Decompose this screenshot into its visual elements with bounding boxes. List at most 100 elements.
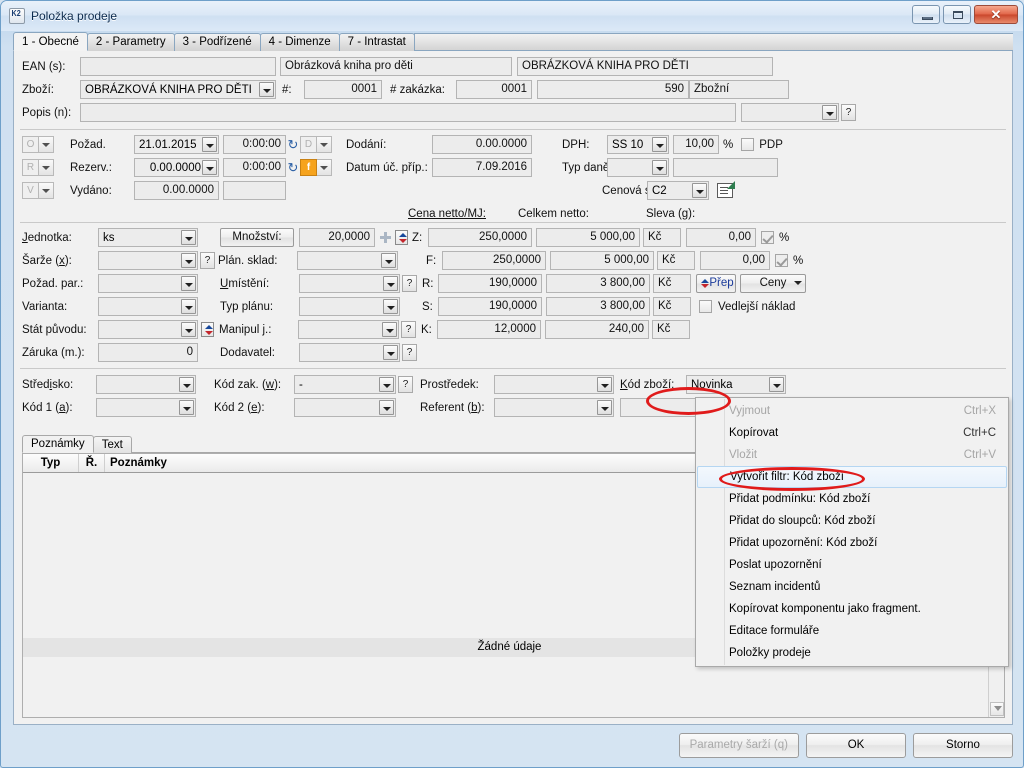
cena-netto-z[interactable]: 250,0000	[428, 228, 532, 247]
ok-button[interactable]: OK	[806, 732, 906, 758]
rezerv-date-combo[interactable]: 0.00.0000	[134, 158, 219, 177]
chevron-down-icon[interactable]	[181, 253, 196, 268]
kod2-combo[interactable]	[294, 398, 396, 417]
manipul-j-combo[interactable]	[298, 320, 399, 339]
vydano-date-field[interactable]: 0.00.0000	[134, 181, 219, 200]
chevron-down-icon[interactable]	[383, 299, 398, 314]
chevron-down-icon[interactable]	[382, 322, 397, 337]
chevron-down-icon[interactable]	[179, 377, 194, 392]
manipul-j-help-icon[interactable]: ?	[401, 321, 416, 338]
stredisko-combo[interactable]	[96, 375, 196, 394]
tab-parametry[interactable]: 2 - Parametry	[86, 33, 175, 51]
menu-item-polozky-prodeje[interactable]: Položky prodeje	[696, 642, 1008, 664]
spinner-icon[interactable]	[395, 230, 408, 245]
mnozstvi-button[interactable]: Množství:	[220, 228, 294, 247]
chevron-down-icon[interactable]	[383, 345, 398, 360]
menu-item-vlozit[interactable]: Vložit Ctrl+V	[696, 444, 1008, 466]
column-header-radek[interactable]: Ř.	[79, 454, 105, 472]
prep-button[interactable]: Přep	[696, 274, 736, 293]
close-button[interactable]: ✕	[974, 5, 1018, 24]
chevron-down-icon[interactable]	[317, 136, 332, 153]
celkem-netto-s[interactable]: 3 800,00	[546, 297, 650, 316]
celkem-netto-k[interactable]: 240,00	[545, 320, 649, 339]
sleva-pct-checkbox-f[interactable]	[775, 254, 788, 267]
dodani-prefix-combo[interactable]: D	[300, 136, 340, 153]
menu-item-kopirovat[interactable]: Kopírovat Ctrl+C	[696, 422, 1008, 444]
chevron-down-icon[interactable]	[39, 182, 54, 199]
chevron-down-icon[interactable]	[202, 160, 217, 175]
kod-zak-help-icon[interactable]: ?	[398, 376, 413, 393]
menu-item-poslat-upozorneni[interactable]: Poslat upozornění	[696, 554, 1008, 576]
menu-item-seznam-incidentu[interactable]: Seznam incidentů	[696, 576, 1008, 598]
menu-item-vyjmout[interactable]: Vyjmout Ctrl+X	[696, 400, 1008, 422]
kod1-combo[interactable]	[96, 398, 196, 417]
column-header-typ[interactable]: Typ	[23, 454, 79, 472]
chevron-down-icon[interactable]	[181, 322, 196, 337]
plus-icon[interactable]	[380, 232, 391, 243]
sleva-pct-checkbox-z[interactable]	[761, 231, 774, 244]
maximize-button[interactable]	[943, 5, 971, 24]
spinner-icon[interactable]	[201, 322, 214, 337]
chevron-down-icon[interactable]	[317, 159, 332, 176]
sarze-help-icon[interactable]: ?	[200, 252, 215, 269]
cenova-sk-combo[interactable]: C2	[647, 181, 709, 200]
chevron-down-icon[interactable]	[769, 377, 784, 392]
vydano-prefix-combo[interactable]: V	[22, 182, 62, 199]
chevron-down-icon[interactable]	[181, 276, 196, 291]
pozad-reset-icon[interactable]: ↻	[286, 136, 300, 153]
prostredek-combo[interactable]	[494, 375, 614, 394]
pdp-checkbox[interactable]	[741, 138, 755, 151]
datum-uc-prefix-combo[interactable]: f	[300, 159, 340, 176]
celkem-netto-r[interactable]: 3 800,00	[546, 274, 650, 293]
celkem-netto-z[interactable]: 5 000,00	[536, 228, 640, 247]
chevron-down-icon[interactable]	[794, 281, 802, 285]
dodavatel-combo[interactable]	[299, 343, 400, 362]
chevron-down-icon[interactable]	[383, 276, 398, 291]
pozad-par-combo[interactable]	[98, 274, 198, 293]
chevron-down-icon[interactable]	[202, 137, 217, 152]
plan-sklad-combo[interactable]	[297, 251, 398, 270]
chevron-down-icon[interactable]	[181, 230, 196, 245]
chevron-down-icon[interactable]	[39, 159, 54, 176]
chevron-down-icon[interactable]	[181, 299, 196, 314]
umisteni-help-icon[interactable]: ?	[402, 275, 417, 292]
chevron-down-icon[interactable]	[259, 82, 274, 97]
chevron-down-icon[interactable]	[692, 183, 707, 198]
dph-rate-field[interactable]: 10,00	[673, 135, 719, 154]
tab-intrastat[interactable]: 7 - Intrastat	[338, 33, 415, 51]
hash-field[interactable]: 0001	[304, 80, 382, 99]
popis-help-icon[interactable]: ?	[841, 104, 856, 121]
tab-poznamky[interactable]: Poznámky	[22, 435, 94, 453]
cena-netto-s[interactable]: 190,0000	[438, 297, 542, 316]
chevron-down-icon[interactable]	[652, 160, 667, 175]
menu-item-vytvorit-filtr[interactable]: Vytvořit filtr: Kód zboží	[697, 466, 1007, 488]
kod-zak-combo[interactable]: -	[294, 375, 396, 394]
rezerv-reset-icon[interactable]: ↻	[286, 159, 300, 176]
typ-dane-value-field[interactable]	[673, 158, 778, 177]
ceny-button[interactable]: Ceny	[740, 274, 806, 293]
sleva-f[interactable]: 0,00	[700, 251, 770, 270]
storno-button[interactable]: Storno	[913, 732, 1013, 758]
chevron-down-icon[interactable]	[652, 137, 667, 152]
menu-item-pridat-upozorneni[interactable]: Přidat upozornění: Kód zboží	[696, 532, 1008, 554]
popis-field[interactable]	[80, 103, 736, 122]
sarze-combo[interactable]	[98, 251, 198, 270]
scroll-down-icon[interactable]	[990, 702, 1004, 716]
referent-combo[interactable]	[494, 398, 614, 417]
kod-zbozi-combo[interactable]: Novinka	[686, 375, 786, 394]
rezerv-prefix-combo[interactable]: R	[22, 159, 62, 176]
menu-item-editace-formulare[interactable]: Editace formuláře	[696, 620, 1008, 642]
tab-text[interactable]: Text	[92, 436, 132, 453]
sleva-z[interactable]: 0,00	[686, 228, 756, 247]
minimize-button[interactable]	[912, 5, 940, 24]
pozad-date-combo[interactable]: 21.01.2015	[134, 135, 219, 154]
pozad-time-field[interactable]: 0:00:00	[223, 135, 286, 154]
chevron-down-icon[interactable]	[39, 136, 54, 153]
tab-podrizene[interactable]: 3 - Podřízené	[173, 33, 261, 51]
typ-dane-combo[interactable]	[607, 158, 669, 177]
varianta-combo[interactable]	[98, 297, 198, 316]
stat-puvodu-combo[interactable]	[98, 320, 198, 339]
popis-combo[interactable]	[741, 103, 839, 122]
menu-item-pridat-podminku[interactable]: Přidat podmínku: Kód zboží	[696, 488, 1008, 510]
chevron-down-icon[interactable]	[379, 377, 394, 392]
